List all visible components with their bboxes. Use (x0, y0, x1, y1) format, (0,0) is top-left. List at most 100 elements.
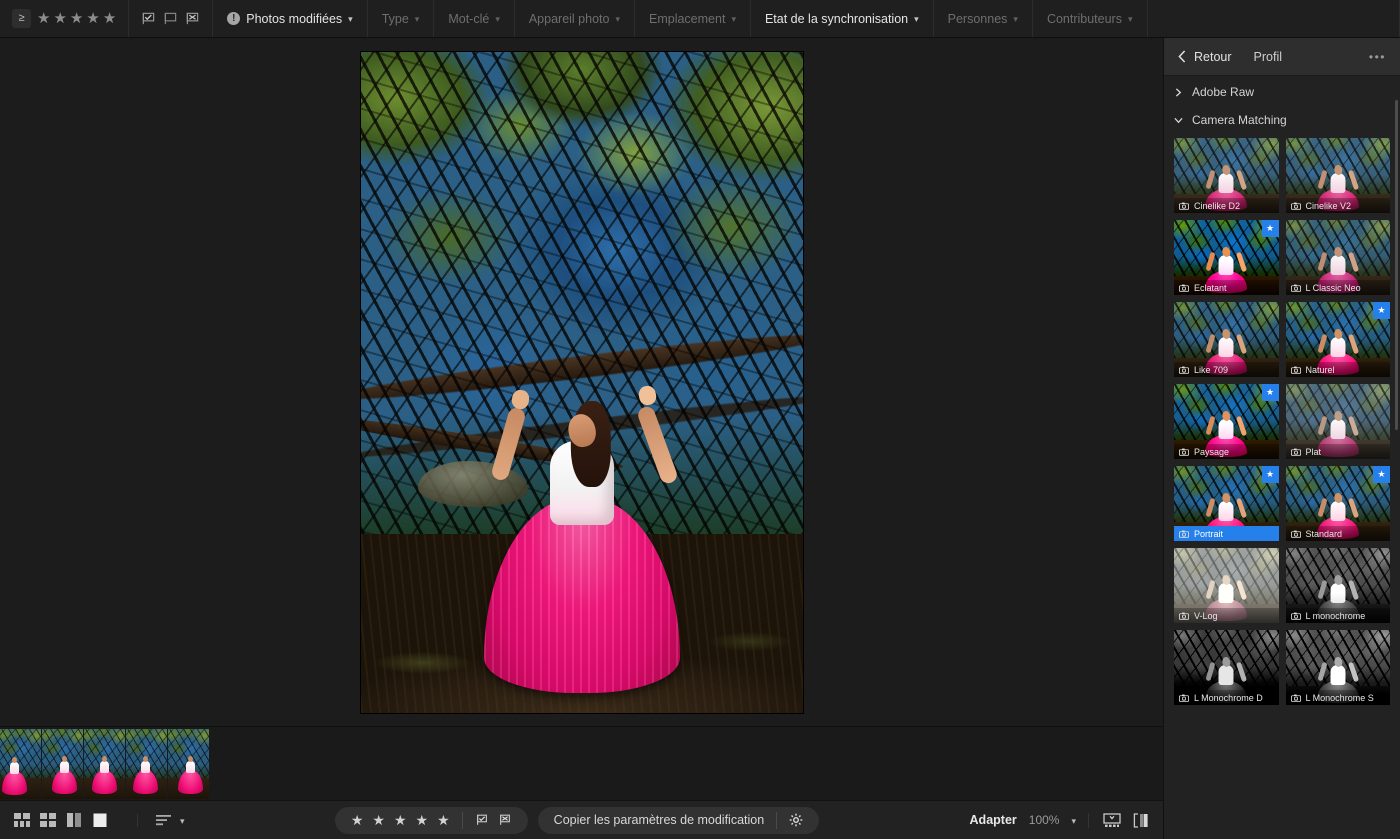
flag-rejected-icon[interactable] (185, 11, 200, 26)
filter-label: Photos modifiées (246, 11, 343, 26)
filmstrip[interactable] (0, 726, 1163, 800)
profile-thumbnail[interactable]: Plat (1285, 384, 1390, 459)
rating-flag-pill[interactable]: ★ ★ ★ ★ ★ (334, 806, 528, 834)
filter-emplacement[interactable]: Emplacement ▾ (635, 0, 751, 37)
filmstrip-thumbnail[interactable] (84, 728, 125, 799)
filmstrip-toggle-icon[interactable] (1103, 812, 1121, 828)
chevron-down-icon: ▾ (731, 14, 736, 24)
panel-scrollbar[interactable] (1395, 100, 1398, 430)
subject-hand-right (636, 384, 658, 407)
photo-canvas[interactable] (0, 38, 1163, 726)
flag-picked-icon[interactable] (141, 11, 156, 26)
filter-personnes[interactable]: Personnes ▾ (934, 0, 1033, 37)
filter-type[interactable]: Type ▾ (368, 0, 435, 37)
star-icon[interactable]: ★ (53, 11, 66, 26)
chevron-down-icon: ▾ (1127, 14, 1133, 24)
profile-thumbnail[interactable]: ★ Paysage (1174, 384, 1279, 459)
star-icon[interactable]: ★ (437, 813, 450, 827)
group-camera-matching[interactable]: Camera Matching (1174, 108, 1390, 132)
profile-thumbnail[interactable]: L Monochrome D (1174, 630, 1279, 705)
lightroom-window: ≥ ★ ★ ★ ★ ★ ! Photos modifiées ▾ Type ▾ … (0, 0, 1400, 839)
back-button[interactable]: Retour (1178, 50, 1232, 64)
favorite-star-badge[interactable]: ★ (1261, 220, 1279, 237)
favorite-star-badge[interactable]: ★ (1373, 466, 1390, 483)
info-icon: ! (227, 12, 241, 25)
compare-view-icon[interactable] (66, 812, 83, 828)
rating-operator-button[interactable]: ≥ (12, 9, 31, 28)
profile-label-bar: Standard (1285, 526, 1390, 541)
chevron-down-icon: ▾ (615, 14, 620, 24)
before-after-icon[interactable] (1133, 812, 1149, 828)
camera-icon (1179, 366, 1189, 374)
chevron-down-icon[interactable]: ▾ (180, 816, 185, 827)
star-icon[interactable]: ★ (394, 813, 407, 827)
divider (776, 811, 778, 829)
filter-mot-cle[interactable]: Mot-clé ▾ (434, 0, 515, 37)
profile-thumbnail[interactable]: Cinelike V2 (1285, 138, 1390, 213)
filmstrip-thumbnail[interactable] (168, 728, 209, 799)
compact-grid-icon[interactable] (40, 812, 57, 828)
gear-icon[interactable] (789, 813, 803, 827)
sort-lines-icon[interactable] (156, 814, 173, 827)
profile-thumbnail[interactable]: ★ Naturel (1285, 302, 1390, 377)
flag-rejected-icon[interactable] (498, 813, 512, 827)
star-icon[interactable]: ★ (416, 813, 429, 827)
profile-thumbnail[interactable]: V-Log (1174, 548, 1279, 623)
main-photo[interactable] (360, 51, 803, 713)
flag-picked-icon[interactable] (475, 813, 489, 827)
single-photo-icon[interactable] (92, 813, 109, 828)
filter-contributeurs[interactable]: Contributeurs ▾ (1033, 0, 1148, 37)
favorite-star-badge[interactable]: ★ (1261, 384, 1279, 401)
chevron-down-icon: ▾ (348, 14, 353, 24)
group-adobe-raw[interactable]: Adobe Raw (1174, 80, 1390, 104)
profile-name: L Classic Neo (1305, 282, 1361, 293)
star-icon[interactable]: ★ (86, 11, 99, 26)
profile-name: Portrait (1194, 528, 1224, 539)
camera-icon (1179, 284, 1189, 292)
filter-photos-modifiees[interactable]: ! Photos modifiées ▾ (213, 0, 368, 37)
flag-unflagged-icon[interactable] (163, 11, 178, 26)
filter-label: Personnes (947, 11, 1008, 26)
more-options-button[interactable]: ••• (1369, 50, 1386, 64)
subject-skirt (483, 496, 680, 693)
favorite-star-badge[interactable]: ★ (1373, 302, 1390, 319)
zoom-mode-label[interactable]: Adapter (970, 813, 1017, 827)
star-icon[interactable]: ★ (372, 813, 385, 827)
profile-list-scroll[interactable]: Adobe Raw Camera Matching Cinelike D2 Cin… (1164, 76, 1400, 839)
profile-thumbnail[interactable]: ★ Eclatant (1174, 220, 1279, 295)
subject-arm-right (635, 404, 679, 486)
rating-stars[interactable]: ★ ★ ★ ★ ★ (37, 11, 116, 26)
filmstrip-thumbnail[interactable] (0, 728, 41, 799)
profile-thumbnail[interactable]: L Monochrome S (1285, 630, 1390, 705)
star-icon[interactable]: ★ (70, 11, 83, 26)
sort-control[interactable]: ▾ (137, 813, 185, 827)
star-icon[interactable]: ★ (351, 813, 364, 827)
filter-appareil-photo[interactable]: Appareil photo ▾ (515, 0, 635, 37)
profile-thumbnail[interactable]: L Classic Neo (1285, 220, 1390, 295)
copy-edit-settings-button[interactable]: Copier les paramètres de modification (537, 806, 820, 834)
profile-label-bar: Cinelike V2 (1285, 198, 1390, 213)
filmstrip-thumbnail[interactable] (42, 728, 83, 799)
favorite-star-badge[interactable]: ★ (1261, 466, 1279, 483)
profile-thumbnail[interactable]: L monochrome (1285, 548, 1390, 623)
profile-thumbnail-selected[interactable]: ★ Portrait (1174, 466, 1279, 541)
chevron-down-icon[interactable]: ▾ (1071, 816, 1076, 827)
rating-filter-group: ≥ ★ ★ ★ ★ ★ (0, 0, 130, 37)
profile-thumbnail[interactable]: Like 709 (1174, 302, 1279, 377)
flag-filter-group (129, 0, 214, 37)
profile-label-bar: Plat (1285, 444, 1390, 459)
profile-thumbnail[interactable]: Cinelike D2 (1174, 138, 1279, 213)
camera-icon (1290, 530, 1301, 538)
star-icon[interactable]: ★ (103, 11, 116, 26)
zoom-value[interactable]: 100% (1029, 813, 1060, 827)
bottom-center-group: ★ ★ ★ ★ ★ Copier les paramètres de modif… (199, 806, 956, 834)
chevron-right-icon (1175, 87, 1182, 97)
profile-label-bar: L Monochrome D (1174, 690, 1279, 705)
chevron-down-icon: ▾ (914, 14, 919, 24)
filter-etat-synchronisation[interactable]: Etat de la synchronisation ▾ (751, 0, 934, 37)
grid-view-icon[interactable] (14, 812, 31, 828)
filmstrip-thumbnail-selected[interactable] (126, 728, 167, 799)
star-icon[interactable]: ★ (37, 11, 50, 26)
profile-thumbnail[interactable]: ★ Standard (1285, 466, 1390, 541)
profile-label-bar: Naturel (1285, 362, 1390, 377)
